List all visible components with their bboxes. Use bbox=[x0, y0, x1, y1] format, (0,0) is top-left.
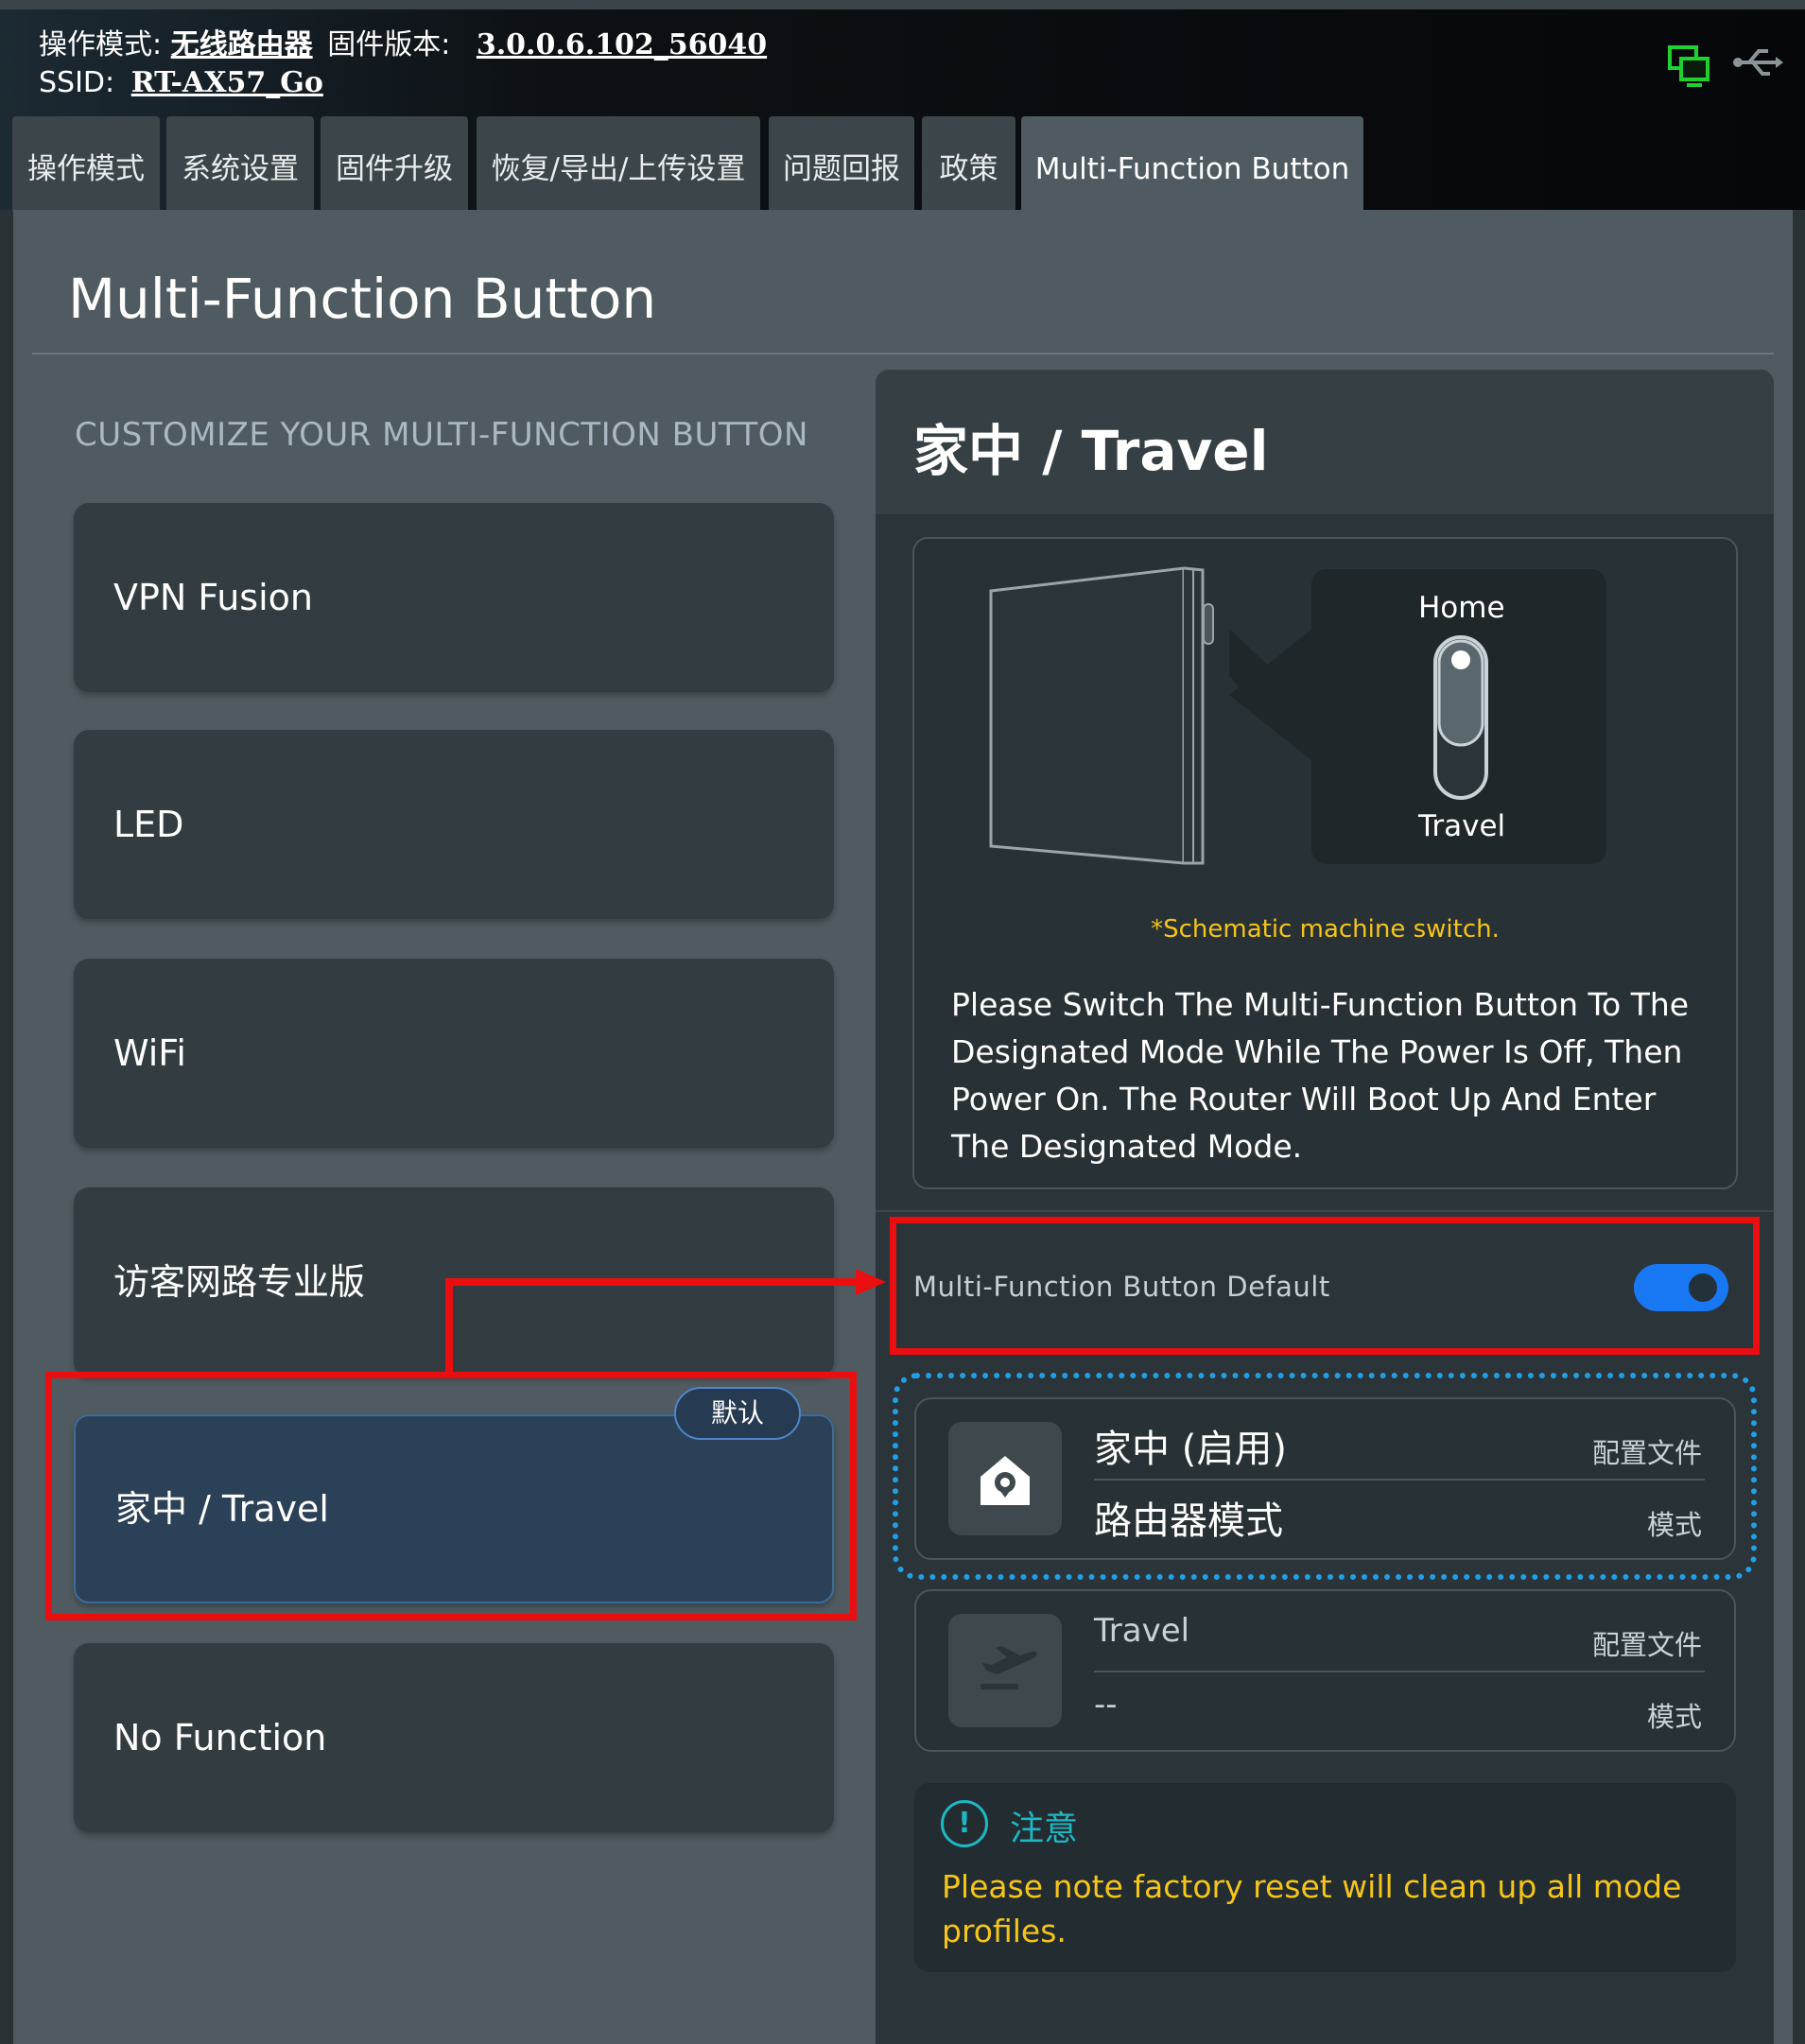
profile-label: 配置文件 bbox=[1591, 1629, 1702, 1661]
profile-mode: -- bbox=[1094, 1686, 1118, 1724]
highlight-arrow-head bbox=[856, 1269, 886, 1295]
fw-label: 固件版本: bbox=[327, 28, 451, 61]
option-card-led[interactable]: LED bbox=[74, 730, 834, 919]
ssid-value[interactable]: RT-AX57_Go bbox=[131, 66, 323, 99]
highlight-box-selected-option bbox=[45, 1372, 857, 1620]
operation-mode-info: 操作模式: 无线路由器 固件版本: 3.0.0.6.102_56040 bbox=[39, 21, 767, 62]
highlight-connector-horizontal bbox=[445, 1278, 861, 1286]
page-title: Multi-Function Button bbox=[68, 267, 657, 331]
fw-version-link[interactable]: 3.0.0.6.102_56040 bbox=[477, 28, 767, 61]
callout-pointer bbox=[1229, 629, 1312, 761]
tab-restore-save-upload[interactable]: 恢复/导出/上传设置 bbox=[477, 116, 760, 211]
option-label: VPN Fusion bbox=[113, 577, 313, 618]
tab-multi-function-button[interactable]: Multi-Function Button bbox=[1021, 116, 1363, 211]
highlight-box-active-profile bbox=[893, 1373, 1757, 1580]
highlight-box-default-toggle bbox=[890, 1217, 1760, 1355]
option-card-wifi[interactable]: WiFi bbox=[74, 959, 834, 1148]
tab-feedback[interactable]: 问题回报 bbox=[769, 116, 914, 211]
exclamation-icon: ! bbox=[941, 1800, 988, 1847]
op-mode-value[interactable]: 无线路由器 bbox=[171, 28, 313, 61]
network-status-icon[interactable] bbox=[1666, 42, 1713, 89]
switch-home-label: Home bbox=[1418, 591, 1505, 625]
option-card-no-function[interactable]: No Function bbox=[74, 1643, 834, 1832]
tab-privacy[interactable]: 政策 bbox=[922, 116, 1015, 211]
usb-icon[interactable] bbox=[1732, 45, 1783, 79]
tab-firmware-upgrade[interactable]: 固件升级 bbox=[321, 116, 468, 211]
profile-card-travel[interactable]: Travel 配置文件 -- 模式 bbox=[914, 1589, 1736, 1752]
option-label: 访客网路专业版 bbox=[113, 1261, 366, 1303]
switch-travel-label: Travel bbox=[1418, 809, 1506, 843]
ssid-label: SSID: bbox=[39, 66, 115, 99]
profile-name: Travel bbox=[1094, 1612, 1190, 1650]
notice-title: 注意 bbox=[1010, 1810, 1079, 1848]
ssid-info: SSID: RT-AX57_Go bbox=[39, 66, 323, 99]
profile-divider bbox=[1094, 1671, 1705, 1672]
option-card-vpn-fusion[interactable]: VPN Fusion bbox=[74, 503, 834, 692]
op-mode-label: 操作模式: bbox=[39, 28, 163, 61]
detail-divider bbox=[876, 1210, 1774, 1212]
notice-text: Please note factory reset will clean up … bbox=[942, 1868, 1682, 1949]
option-label: LED bbox=[113, 804, 184, 845]
top-edge-line bbox=[0, 0, 1805, 9]
plane-icon bbox=[948, 1614, 1062, 1727]
tab-system-settings[interactable]: 系统设置 bbox=[166, 116, 314, 211]
mode-label: 模式 bbox=[1646, 1701, 1702, 1733]
highlight-connector-vertical bbox=[445, 1278, 453, 1374]
option-label: No Function bbox=[113, 1717, 327, 1758]
section-label: CUSTOMIZE YOUR MULTI-FUNCTION BUTTON bbox=[75, 416, 808, 454]
title-divider bbox=[32, 353, 1774, 355]
option-label: WiFi bbox=[113, 1032, 186, 1074]
schematic-description: Please Switch The Multi-Function Button … bbox=[951, 986, 1690, 1165]
schematic-note: *Schematic machine switch. bbox=[1151, 915, 1500, 944]
slide-switch-icon bbox=[1433, 635, 1488, 800]
tab-operation-mode[interactable]: 操作模式 bbox=[12, 116, 160, 211]
detail-title: 家中 / Travel bbox=[913, 419, 1269, 483]
